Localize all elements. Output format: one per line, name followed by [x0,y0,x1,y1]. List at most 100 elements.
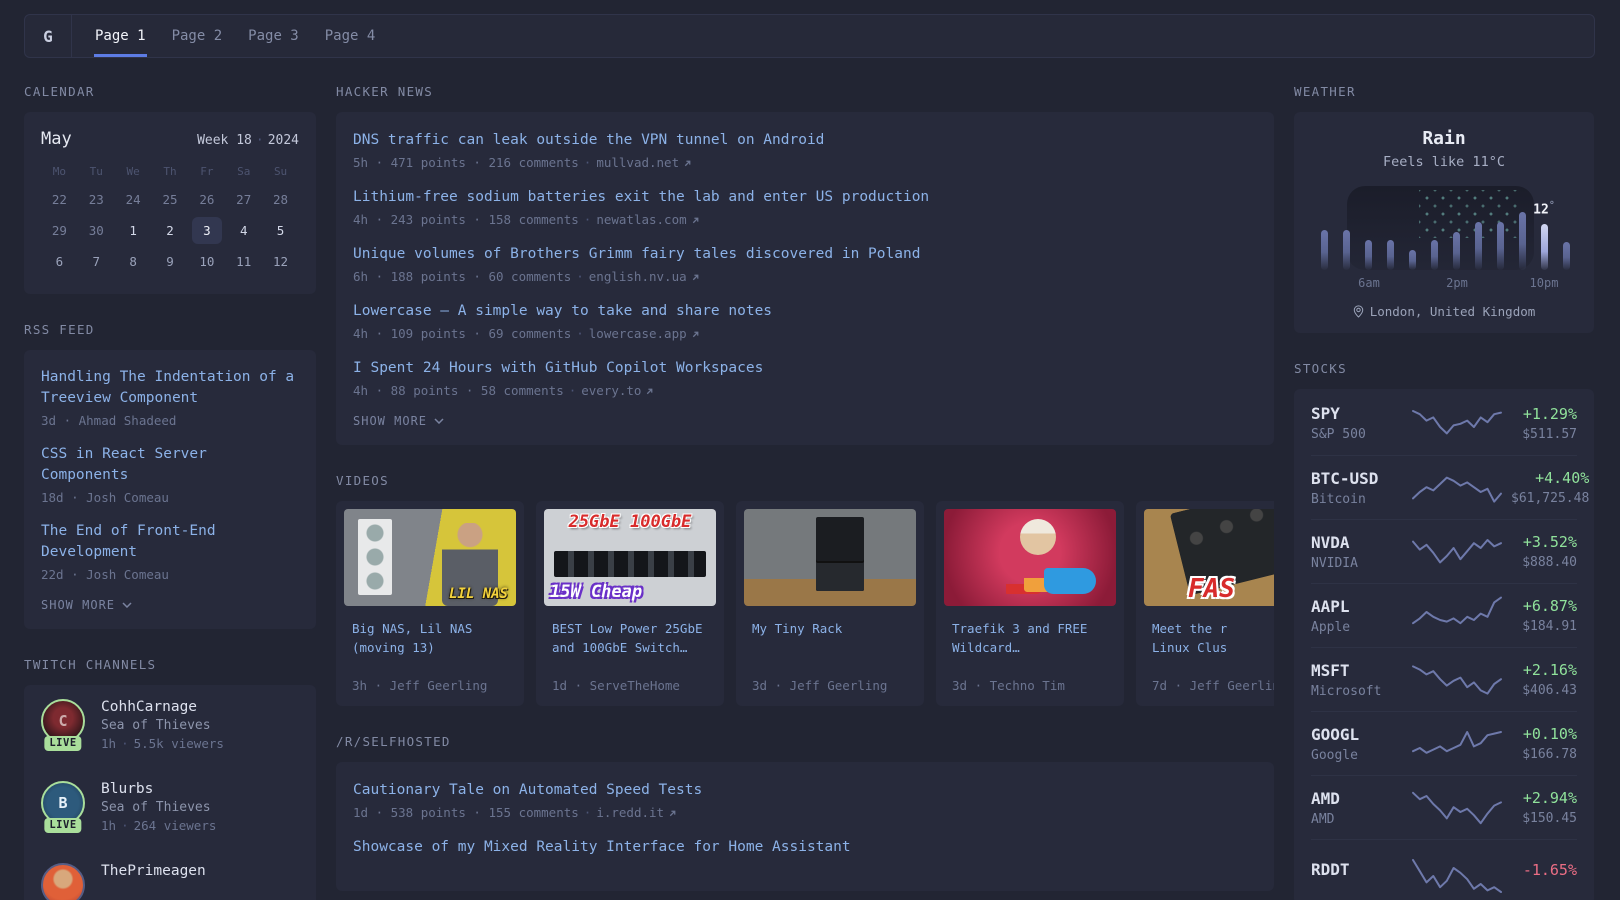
rss-item-link[interactable]: Handling The Indentation of a Treeview C… [41,367,299,409]
hn-item-meta: 6h · 188 points · 60 comments·english.nv… [353,269,1257,284]
hn-domain-link[interactable]: english.nv.ua [589,269,687,284]
rss-show-more-button[interactable]: SHOW MORE [41,598,132,612]
weather-section-title: WEATHER [1294,84,1594,99]
videos-section-title: VIDEOS [336,473,1274,488]
stock-price: $150.45 [1511,811,1577,826]
twitch-channel-row[interactable]: B LIVE Blurbs Sea of Thieves 1h·264 view… [41,781,299,833]
calendar-day-headers: MoTuWeThFrSaSu [41,165,299,178]
calendar-widget: CALENDAR May Week 18·2024 MoTuWeThFrSaSu… [24,84,316,294]
stock-row[interactable]: SPYS&P 500 +1.29%$511.57 [1311,391,1577,455]
stock-change: +1.29% [1511,405,1577,423]
stock-change: +6.87% [1511,597,1577,615]
stock-row[interactable]: GOOGLGoogle +0.10%$166.78 [1311,711,1577,775]
stock-row[interactable]: AAPLApple +6.87%$184.91 [1311,583,1577,647]
weather-widget: WEATHER Rain Feels like 11°C 12° 6am2pm1… [1294,84,1594,333]
reddit-item: Showcase of my Mixed Reality Interface f… [353,836,1257,858]
video-thumbnail: 25GbE 100GbE 15W Cheap [544,509,716,606]
calendar-day: 28 [262,184,299,215]
stock-price: $406.43 [1511,683,1577,698]
reddit-item-link[interactable]: Showcase of my Mixed Reality Interface f… [353,837,851,858]
calendar-day: 12 [262,246,299,277]
calendar-day: 6 [41,246,78,277]
twitch-meta: 1h·5.5k viewers [101,736,224,751]
stock-symbol: AMD [1311,789,1403,808]
weather-feels-like: Feels like 11°C [1311,154,1577,170]
live-badge: LIVE [44,818,81,833]
calendar-day: 23 [78,184,115,215]
weather-bar [1519,212,1526,270]
stock-change: +2.94% [1511,789,1577,807]
twitch-channel-row[interactable]: ThePrimeagen [41,863,299,900]
hn-item-link[interactable]: I Spent 24 Hours with GitHub Copilot Wor… [353,358,763,379]
hn-domain-link[interactable]: newatlas.com [596,212,686,227]
hn-domain-link[interactable]: every.to [581,383,641,398]
hn-item-meta: 5h · 471 points · 216 comments·mullvad.n… [353,155,1257,170]
video-card[interactable]: My Tiny Rack 3d · Jeff Geerling [736,501,924,706]
hn-show-more-button[interactable]: SHOW MORE [353,414,444,428]
hn-item-link[interactable]: Unique volumes of Brothers Grimm fairy t… [353,244,920,265]
reddit-domain-link[interactable]: i.redd.it [596,805,664,820]
tab-page-1[interactable]: Page 1 [94,15,147,57]
stock-row[interactable]: BTC-USDBitcoin +4.40%$61,725.48 [1311,455,1577,519]
tab-page-4[interactable]: Page 4 [324,15,377,57]
hn-domain-link[interactable]: mullvad.net [596,155,679,170]
video-card[interactable]: LIL NAS Big NAS, Lil NAS (moving 13) 3h … [336,501,524,706]
stock-row[interactable]: RDDT -1.65% [1311,839,1577,900]
calendar-day: 11 [225,246,262,277]
stock-name: NVIDIA [1311,556,1403,571]
stock-symbol: NVDA [1311,533,1403,552]
tab-page-2[interactable]: Page 2 [171,15,224,57]
video-meta: 7d · Jeff Geerling [1152,678,1274,693]
stock-sparkline [1411,529,1503,575]
weather-bar [1475,222,1482,270]
stock-price: $888.40 [1511,555,1577,570]
app-logo[interactable]: G [25,15,72,57]
hn-item-link[interactable]: DNS traffic can leak outside the VPN tun… [353,130,824,151]
weather-bar [1497,222,1504,270]
stock-name: Bitcoin [1311,492,1403,507]
video-card[interactable]: Traefik 3 and FREE Wildcard… 3d · Techno… [936,501,1124,706]
calendar-card: May Week 18·2024 MoTuWeThFrSaSu 22 23 24… [24,112,316,294]
weather-bar [1321,230,1328,270]
stock-symbol: GOOGL [1311,725,1403,744]
hn-item-link[interactable]: Lowercase – A simple way to take and sha… [353,301,772,322]
stock-row[interactable]: MSFTMicrosoft +2.16%$406.43 [1311,647,1577,711]
weather-bar [1343,230,1350,270]
selfhosted-section-title: /R/SELFHOSTED [336,734,1274,749]
stock-price: $511.57 [1511,427,1577,442]
hn-item-link[interactable]: Lithium-free sodium batteries exit the l… [353,187,929,208]
weather-card: Rain Feels like 11°C 12° 6am2pm10pm Lond… [1294,112,1594,333]
external-link-icon [691,216,700,225]
stock-name: S&P 500 [1311,427,1403,442]
calendar-day: 25 [152,184,189,215]
rss-item: Handling The Indentation of a Treeview C… [41,367,299,428]
calendar-day: 24 [115,184,152,215]
calendar-day-grid: 22 23 24 25 26 27 28 29 30 1 2 3 4 5 6 7 [41,184,299,277]
thumbnail-overlay-text: LIL NAS [449,586,508,602]
rss-item-link[interactable]: CSS in React Server Components [41,444,299,486]
video-card[interactable]: FAS Meet the r Linux Clus 7d · Jeff Geer… [1136,501,1274,706]
calendar-day: 30 [78,215,115,246]
external-link-icon [691,273,700,282]
weather-rain-dots [1419,190,1521,238]
rss-item-meta: 3d · Ahmad Shadeed [41,413,299,428]
calendar-day: 26 [188,184,225,215]
rss-item-link[interactable]: The End of Front-End Development [41,521,299,563]
weather-current-temp: 12° [1533,200,1555,217]
video-card[interactable]: 25GbE 100GbE 15W Cheap BEST Low Power 25… [536,501,724,706]
weather-bar [1431,240,1438,270]
stock-sparkline [1411,657,1503,703]
weather-condition: Rain [1311,128,1577,149]
tab-page-3[interactable]: Page 3 [247,15,300,57]
twitch-channel-row[interactable]: C LIVE CohhCarnage Sea of Thieves 1h·5.5… [41,699,299,751]
calendar-day: 8 [115,246,152,277]
hn-domain-link[interactable]: lowercase.app [589,326,687,341]
stock-row[interactable]: NVDANVIDIA +3.52%$888.40 [1311,519,1577,583]
stock-row[interactable]: AMDAMD +2.94%$150.45 [1311,775,1577,839]
reddit-item-link[interactable]: Cautionary Tale on Automated Speed Tests [353,780,702,801]
stock-change: +4.40% [1511,469,1589,487]
stock-price: $61,725.48 [1511,491,1589,506]
stock-symbol: RDDT [1311,860,1403,879]
hackernews-card: DNS traffic can leak outside the VPN tun… [336,112,1274,445]
external-link-icon [683,159,692,168]
